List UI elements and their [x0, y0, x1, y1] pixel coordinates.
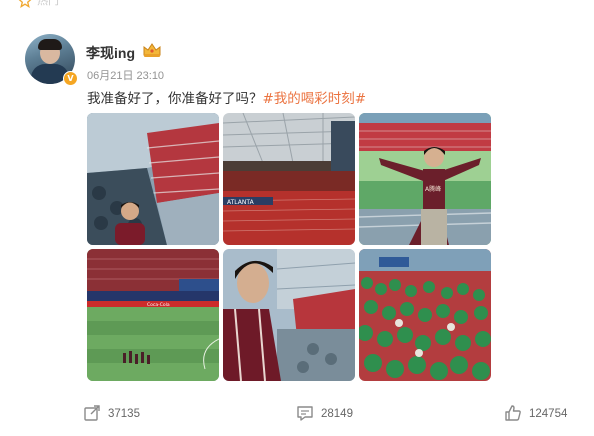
share-button[interactable]: 37135	[83, 404, 163, 424]
hashtag-link[interactable]: #我的喝彩时刻#	[263, 91, 367, 107]
weibo-post-card: 热门 V 李现ing 06月21日 23:10 我准备好了，你准备好了吗？#我的…	[0, 0, 594, 436]
photo-man-closeup[interactable]	[223, 249, 355, 381]
photo-pitch-players[interactable]: Coca-Cola	[87, 249, 219, 381]
comment-icon	[297, 406, 313, 421]
photo-stadium-roof[interactable]: ATLANTA	[223, 113, 355, 245]
like-count: 124754	[529, 408, 568, 420]
post-text-body: 我准备好了，你准备好了吗？	[87, 91, 263, 107]
comment-button[interactable]: 28149	[296, 404, 376, 424]
top-strip: 热门	[0, 0, 594, 14]
like-button[interactable]: 124754	[504, 404, 590, 424]
photo-crowd-green[interactable]	[359, 249, 491, 381]
share-icon	[84, 405, 100, 421]
post-text: 我准备好了，你准备好了吗？#我的喝彩时刻#	[87, 87, 366, 107]
crown-icon	[143, 43, 161, 57]
hot-label: 热门	[37, 0, 59, 7]
like-icon	[505, 405, 521, 421]
comment-count: 28149	[321, 408, 353, 420]
username[interactable]: 李现ing	[86, 43, 135, 63]
photo-grid: ATLANTA A腾峰 Coca-Cola	[87, 113, 491, 381]
jersey-text: A腾峰	[425, 185, 441, 193]
verified-badge: V	[63, 71, 78, 86]
avatar[interactable]: V	[25, 34, 78, 86]
post-time[interactable]: 06月21日 23:10	[87, 67, 164, 83]
action-bar: 37135 28149 124754	[0, 396, 594, 432]
share-count: 37135	[108, 408, 140, 420]
star-icon[interactable]	[18, 0, 32, 8]
atlanta-text: ATLANTA	[227, 199, 255, 206]
photo-stadium-seats-man[interactable]	[87, 113, 219, 245]
photo-man-on-field[interactable]: A腾峰	[359, 113, 491, 245]
